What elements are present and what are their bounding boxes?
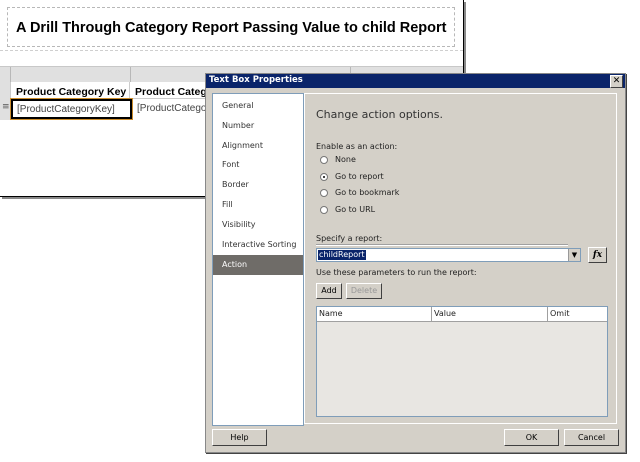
- parameters-grid-header: Name Value Omit: [317, 307, 607, 322]
- nav-item-general[interactable]: General: [213, 96, 303, 116]
- grid-column-omit[interactable]: Omit: [548, 307, 607, 321]
- header-separator: [0, 50, 463, 51]
- nav-item-border[interactable]: Border: [213, 175, 303, 195]
- pane-heading: Change action options.: [316, 108, 443, 121]
- radio-go-to-url-label[interactable]: Go to URL: [335, 205, 375, 214]
- table-data-cell-selected[interactable]: [ProductCategoryKey]: [10, 98, 133, 120]
- parameters-label: Use these parameters to run the report:: [316, 268, 477, 277]
- delete-parameter-button[interactable]: Delete: [346, 283, 382, 299]
- grid-column-value[interactable]: Value: [432, 307, 548, 321]
- help-button[interactable]: Help: [212, 429, 267, 446]
- text-box-properties-dialog: Text Box Properties ✕ General Number Ali…: [205, 73, 626, 453]
- radio-go-to-url[interactable]: [320, 206, 328, 214]
- radio-go-to-report[interactable]: [320, 173, 328, 181]
- report-select-value: childReport: [318, 250, 366, 260]
- nav-item-font[interactable]: Font: [213, 155, 303, 175]
- parameters-grid[interactable]: Name Value Omit: [316, 306, 608, 417]
- report-title-textbox[interactable]: A Drill Through Category Report Passing …: [7, 7, 455, 47]
- row-handle[interactable]: ≡: [0, 82, 11, 120]
- radio-go-to-report-label[interactable]: Go to report: [335, 172, 384, 181]
- radio-go-to-bookmark-label[interactable]: Go to bookmark: [335, 188, 399, 197]
- chevron-down-icon[interactable]: ▼: [568, 249, 580, 261]
- column-handle[interactable]: [10, 67, 11, 82]
- grid-column-name[interactable]: Name: [317, 307, 432, 321]
- nav-item-fill[interactable]: Fill: [213, 195, 303, 215]
- expression-button[interactable]: fx: [588, 247, 607, 263]
- table-data-cell[interactable]: [ProductCategor: [133, 100, 208, 118]
- radio-none[interactable]: [320, 156, 328, 164]
- close-icon[interactable]: ✕: [610, 75, 623, 88]
- action-options-pane: Change action options. Enable as an acti…: [304, 93, 617, 424]
- table-header-cell[interactable]: Product Category Key: [11, 82, 130, 99]
- row-group-icon: ≡: [2, 102, 10, 112]
- divider: [316, 244, 568, 246]
- property-nav: General Number Alignment Font Border Fil…: [212, 93, 304, 426]
- radio-go-to-bookmark[interactable]: [320, 189, 328, 197]
- nav-item-action[interactable]: Action: [213, 255, 303, 275]
- enable-action-label: Enable as an action:: [316, 142, 398, 151]
- report-title: A Drill Through Category Report Passing …: [16, 20, 447, 36]
- report-select[interactable]: childReport ▼: [316, 248, 581, 262]
- column-handle[interactable]: [130, 67, 131, 82]
- nav-item-alignment[interactable]: Alignment: [213, 136, 303, 156]
- dialog-titlebar[interactable]: Text Box Properties ✕: [206, 74, 625, 88]
- nav-item-visibility[interactable]: Visibility: [213, 215, 303, 235]
- nav-item-number[interactable]: Number: [213, 116, 303, 136]
- add-parameter-button[interactable]: Add: [316, 283, 342, 299]
- dialog-title: Text Box Properties: [209, 75, 303, 85]
- cancel-button[interactable]: Cancel: [564, 429, 619, 446]
- specify-report-label: Specify a report:: [316, 234, 383, 243]
- ok-button[interactable]: OK: [504, 429, 559, 446]
- radio-none-label[interactable]: None: [335, 155, 356, 164]
- nav-item-interactive-sorting[interactable]: Interactive Sorting: [213, 235, 303, 255]
- table-header-cell[interactable]: Product Catego: [130, 82, 210, 99]
